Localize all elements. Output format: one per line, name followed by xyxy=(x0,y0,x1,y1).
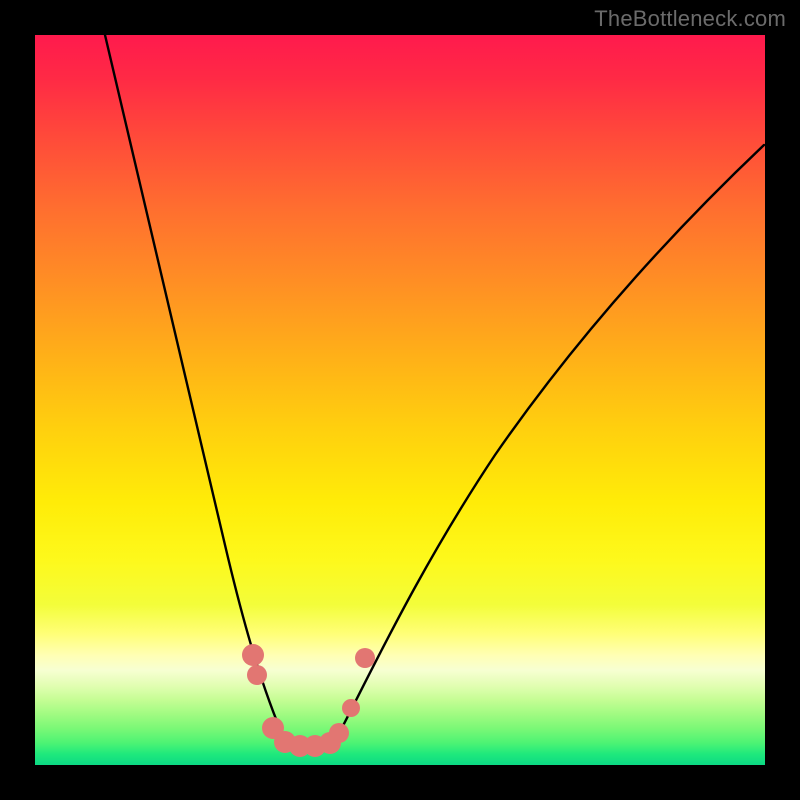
marker-dot xyxy=(355,648,375,668)
marker-dot xyxy=(242,644,264,666)
curves-svg xyxy=(35,35,765,765)
curve-left xyxy=(105,35,285,741)
marker-dot xyxy=(342,699,360,717)
plot-area xyxy=(35,35,765,765)
watermark-text: TheBottleneck.com xyxy=(594,6,786,32)
curve-right xyxy=(335,145,764,741)
marker-dot xyxy=(329,723,349,743)
marker-dot xyxy=(247,665,267,685)
chart-frame: TheBottleneck.com xyxy=(0,0,800,800)
